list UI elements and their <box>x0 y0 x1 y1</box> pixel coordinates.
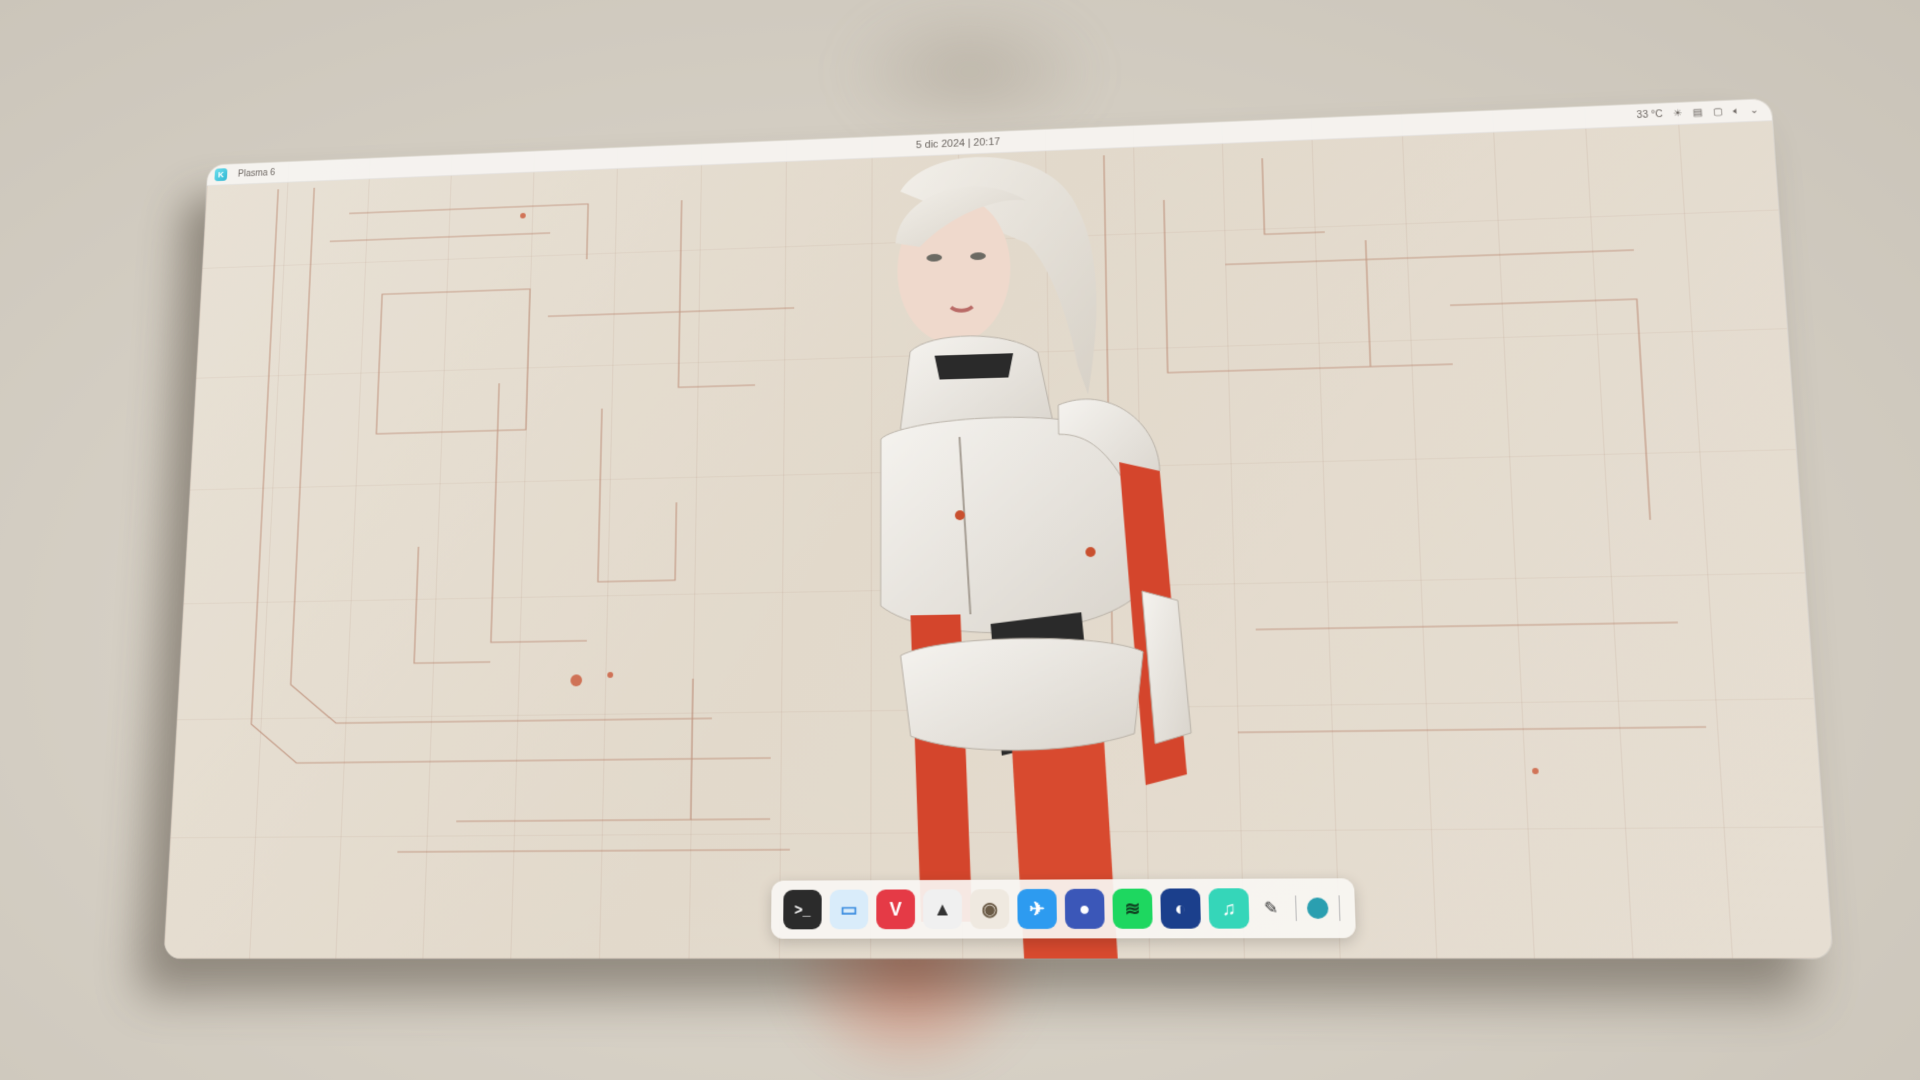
display-icon[interactable]: ▢ <box>1713 106 1724 117</box>
application-launcher-icon[interactable]: K <box>214 168 227 181</box>
spotify-icon[interactable]: ≋ <box>1112 889 1152 929</box>
gimp-icon[interactable]: ◉ <box>970 889 1009 929</box>
files-icon[interactable]: ▭ <box>830 890 869 930</box>
dock-separator <box>1339 895 1341 921</box>
color-picker-icon[interactable] <box>1307 898 1329 919</box>
inkscape-icon[interactable]: ▲ <box>923 889 962 929</box>
pen-icon[interactable]: ✎ <box>1257 894 1285 922</box>
dock-separator <box>1295 895 1297 921</box>
dock: >_ ▭ V ▲ ◉ ✈ ● ≋ ◐ ♫ ✎ <box>771 878 1356 938</box>
wallpaper-figure <box>840 142 1213 958</box>
activity-label[interactable]: Plasma 6 <box>238 167 276 178</box>
music-icon[interactable]: ♫ <box>1208 888 1249 928</box>
vivaldi-icon[interactable]: V <box>876 889 915 929</box>
brightness-icon[interactable]: ☀ <box>1673 108 1683 119</box>
clipboard-icon[interactable]: ▤ <box>1692 107 1703 118</box>
chevron-down-icon[interactable]: ⌄ <box>1750 105 1760 116</box>
kdeconnect-icon[interactable]: ✈ <box>1017 889 1057 929</box>
panel-clock[interactable]: 5 dic 2024 | 20:17 <box>916 136 1000 151</box>
volume-icon[interactable]: 🔈︎ <box>1733 106 1740 117</box>
steam-icon[interactable]: ◐ <box>1160 888 1201 928</box>
podcast-icon[interactable]: ● <box>1065 889 1105 929</box>
desktop-screen: K Plasma 6 5 dic 2024 | 20:17 33 °C ☀ ▤ … <box>164 99 1833 959</box>
launcher-glyph: K <box>218 170 224 179</box>
weather-temperature[interactable]: 33 °C <box>1636 109 1663 121</box>
terminal-icon[interactable]: >_ <box>783 890 822 930</box>
stage: K Plasma 6 5 dic 2024 | 20:17 33 °C ☀ ▤ … <box>0 0 1920 1080</box>
system-tray: 33 °C ☀ ▤ ▢ 🔈︎ ⌄ <box>1636 99 1759 125</box>
